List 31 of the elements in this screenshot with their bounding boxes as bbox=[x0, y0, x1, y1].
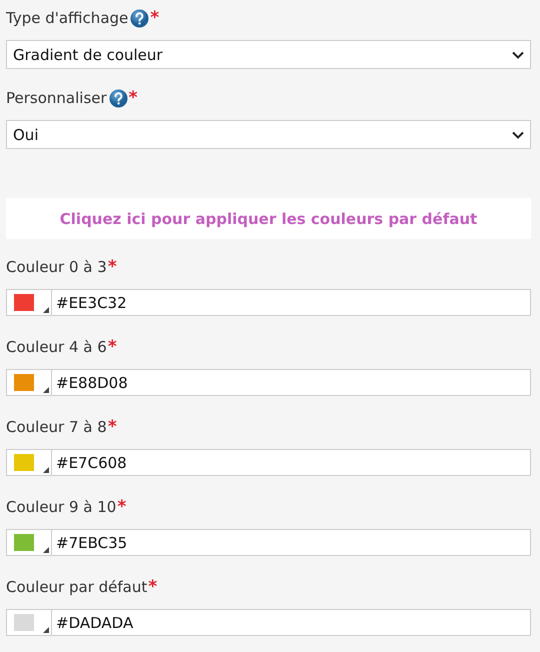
color-picker-button[interactable] bbox=[6, 609, 51, 636]
dropdown[interactable]: Oui bbox=[6, 120, 531, 149]
required-mark: * bbox=[117, 497, 126, 517]
color-input[interactable]: #EE3C32 bbox=[51, 289, 531, 316]
field-label: Type d'affichage bbox=[6, 9, 128, 27]
color-input[interactable]: #E88D08 bbox=[51, 369, 531, 396]
color-picker-button[interactable] bbox=[6, 449, 51, 476]
color-picker-button[interactable] bbox=[6, 529, 51, 556]
required-mark: * bbox=[108, 337, 117, 357]
apply-defaults-button[interactable]: Cliquez ici pour appliquer les couleurs par défaut bbox=[6, 198, 531, 239]
field-label: Couleur 7 à 8 bbox=[6, 418, 107, 436]
help-icon[interactable] bbox=[130, 8, 150, 28]
field-label: Couleur 0 à 3 bbox=[6, 258, 107, 276]
field-label: Couleur 9 à 10 bbox=[6, 498, 116, 516]
required-mark: * bbox=[108, 417, 117, 437]
required-mark: * bbox=[150, 8, 160, 28]
dropdown[interactable]: Gradient de couleur bbox=[6, 40, 531, 69]
color-input[interactable]: #DADADA bbox=[51, 609, 531, 636]
required-mark: * bbox=[108, 257, 117, 277]
field-label: Couleur par défaut bbox=[6, 578, 148, 596]
color-input[interactable]: #E7C608 bbox=[51, 449, 531, 476]
required-mark: * bbox=[128, 88, 138, 108]
color-picker-button[interactable] bbox=[6, 289, 51, 316]
color-picker-button[interactable] bbox=[6, 369, 51, 396]
required-mark: * bbox=[148, 577, 158, 597]
field-label: Personnaliser bbox=[6, 89, 107, 107]
color-input[interactable]: #7EBC35 bbox=[51, 529, 531, 556]
chevron-down-icon bbox=[512, 130, 524, 138]
help-icon[interactable] bbox=[108, 88, 128, 108]
field-label: Couleur 4 à 6 bbox=[6, 338, 107, 356]
chevron-down-icon bbox=[512, 50, 524, 58]
